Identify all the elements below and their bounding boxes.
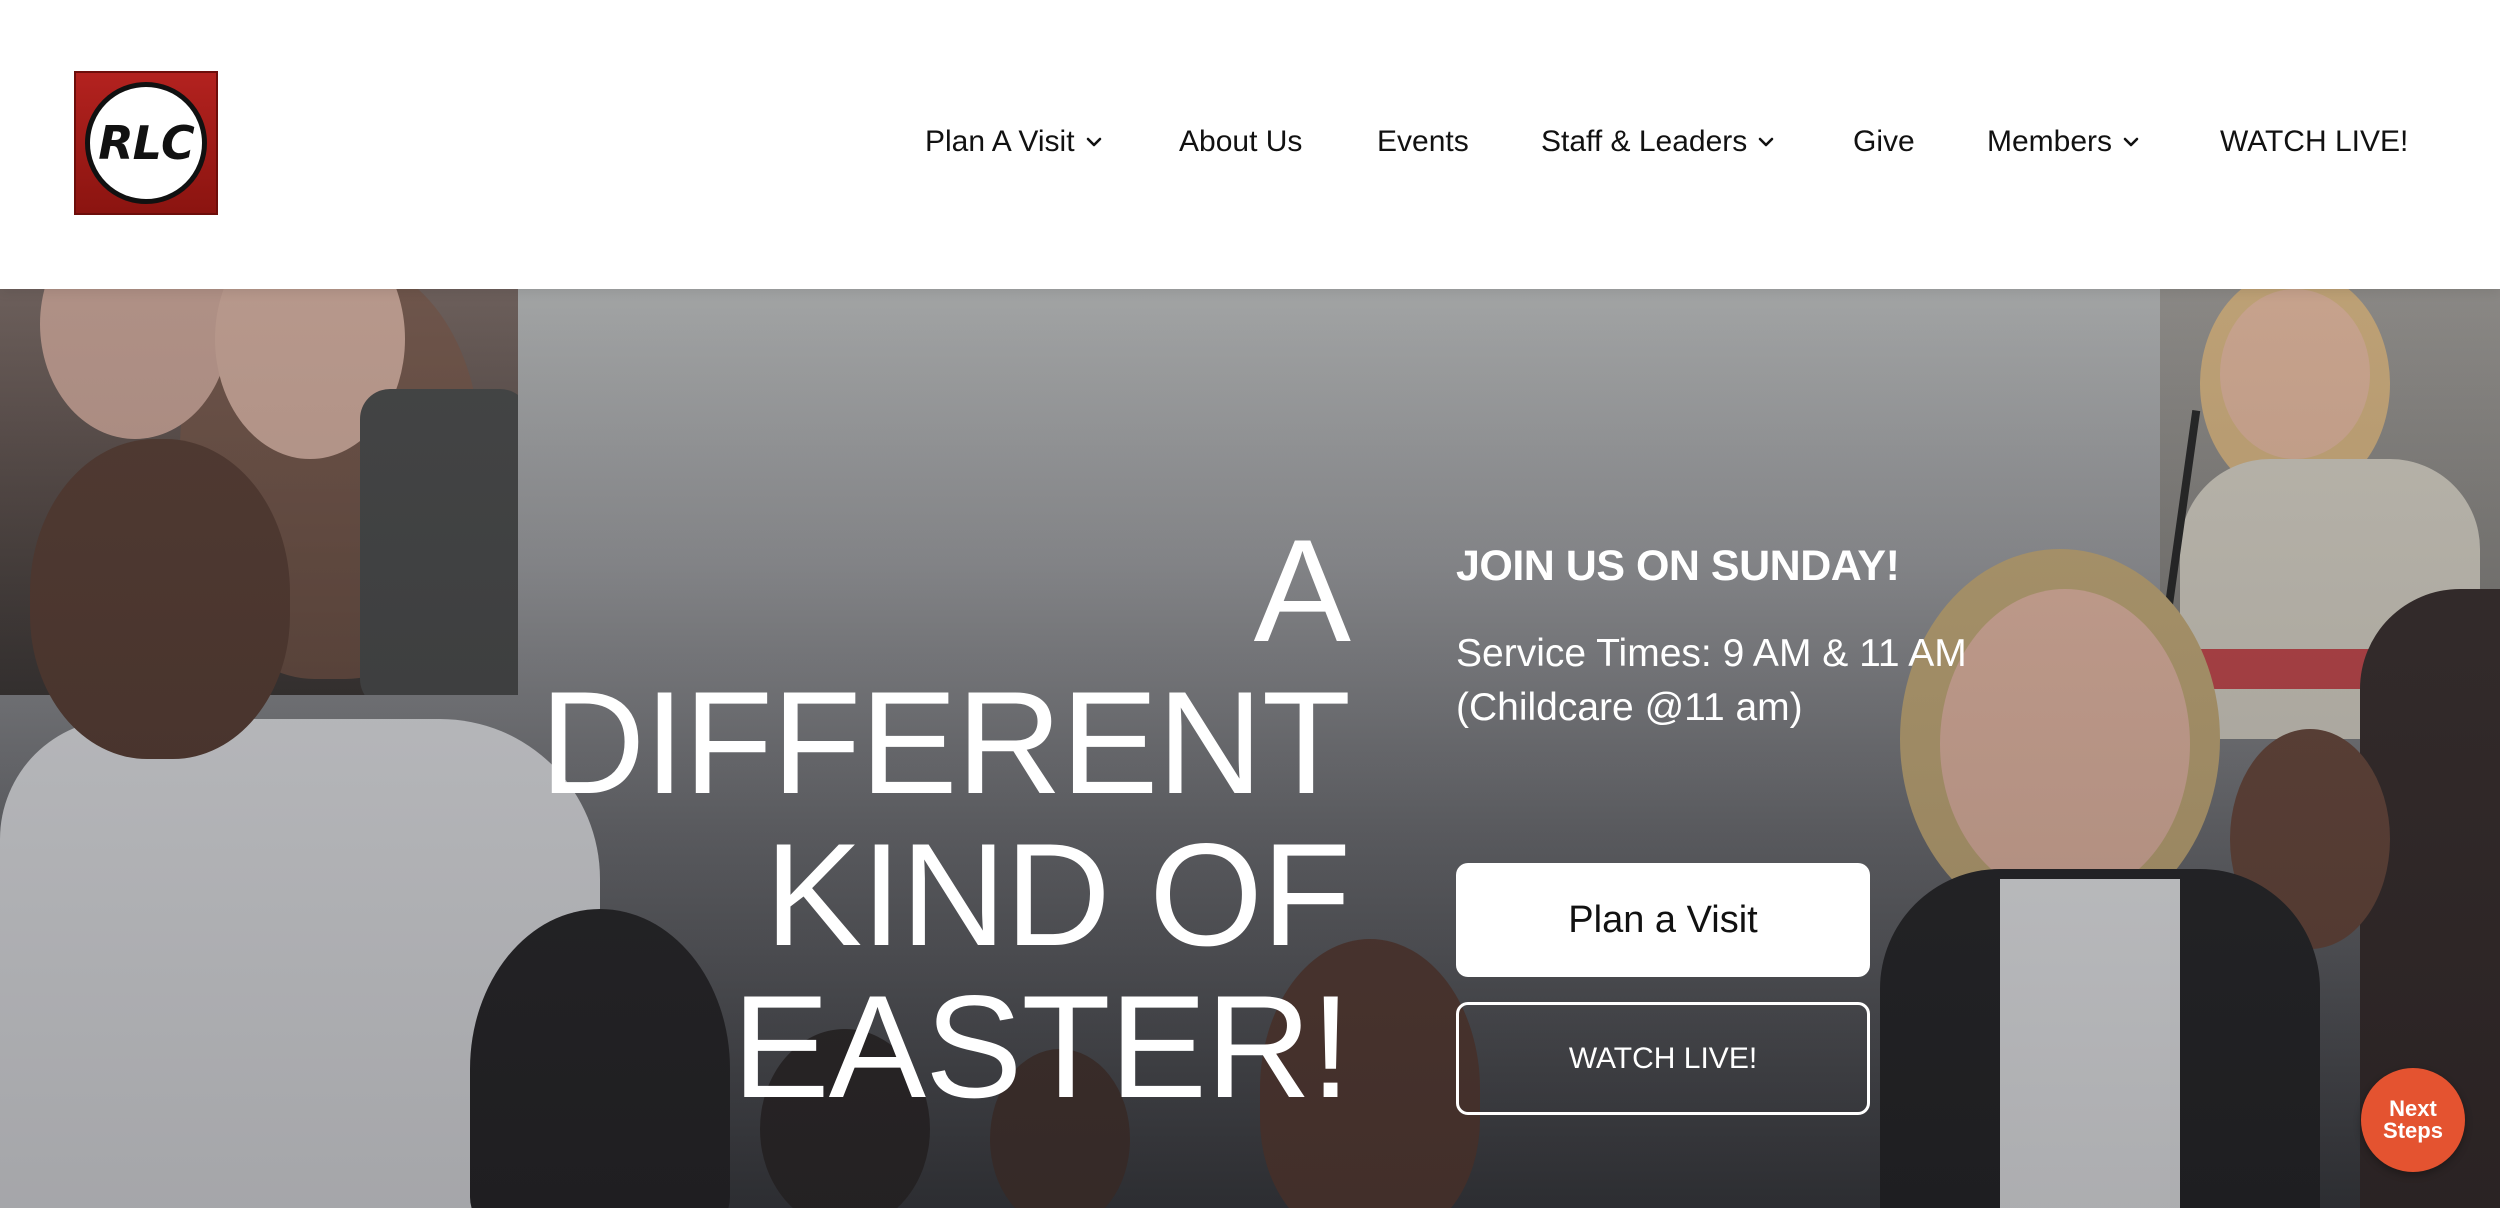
watch-live-button[interactable]: WATCH LIVE! <box>1456 1002 1870 1115</box>
nav-label: Give <box>1853 125 1915 158</box>
nav-label: Staff & Leaders <box>1541 125 1748 158</box>
headline-line: A <box>1253 509 1351 672</box>
nav-label: WATCH LIVE! <box>2220 125 2409 158</box>
headline-line: KIND OF <box>764 813 1351 976</box>
next-steps-line: Steps <box>2383 1118 2443 1143</box>
next-steps-button[interactable]: Next Steps <box>2361 1068 2465 1172</box>
nav-item-about-us[interactable]: About Us <box>1179 117 1302 167</box>
nav-label: About Us <box>1179 125 1303 158</box>
nav-item-events[interactable]: Events <box>1377 117 1469 167</box>
hero-section: A DIFFERENT KIND OF EASTER! JOIN US ON S… <box>0 289 2500 1208</box>
nav-item-watch-live[interactable]: WATCH LIVE! <box>2220 117 2408 167</box>
childcare-line: (Childcare @11 am) <box>1456 686 1803 729</box>
plan-a-visit-button[interactable]: Plan a Visit <box>1456 863 1870 977</box>
nav-item-staff-leaders[interactable]: Staff & Leaders <box>1541 117 1777 167</box>
nav-label: Members <box>1987 125 2113 158</box>
main-nav: Plan A Visit About Us Events Staff & Lea… <box>0 117 2500 167</box>
headline-line: DIFFERENT <box>539 661 1351 824</box>
nav-item-members[interactable]: Members <box>1987 117 2142 167</box>
service-times-line: Service Times: 9 AM & 11 AM <box>1456 632 1967 675</box>
hero-headline: A DIFFERENT KIND OF EASTER! <box>440 509 1351 1128</box>
headline-line: EASTER! <box>732 965 1351 1128</box>
nav-label: Events <box>1377 125 1469 158</box>
nav-item-give[interactable]: Give <box>1853 117 1915 167</box>
chevron-down-icon <box>2120 131 2142 153</box>
site-header: RLC Plan A Visit About Us Events Staff &… <box>0 0 2500 289</box>
join-heading: JOIN US ON SUNDAY! <box>1456 542 1900 590</box>
nav-label: Plan A Visit <box>925 125 1075 158</box>
service-times: Service Times: 9 AM & 11 AM (Childcare @… <box>1456 627 2056 735</box>
next-steps-line: Next <box>2389 1096 2437 1121</box>
nav-item-plan-a-visit[interactable]: Plan A Visit <box>925 117 1105 167</box>
chevron-down-icon <box>1083 131 1105 153</box>
chevron-down-icon <box>1755 131 1777 153</box>
